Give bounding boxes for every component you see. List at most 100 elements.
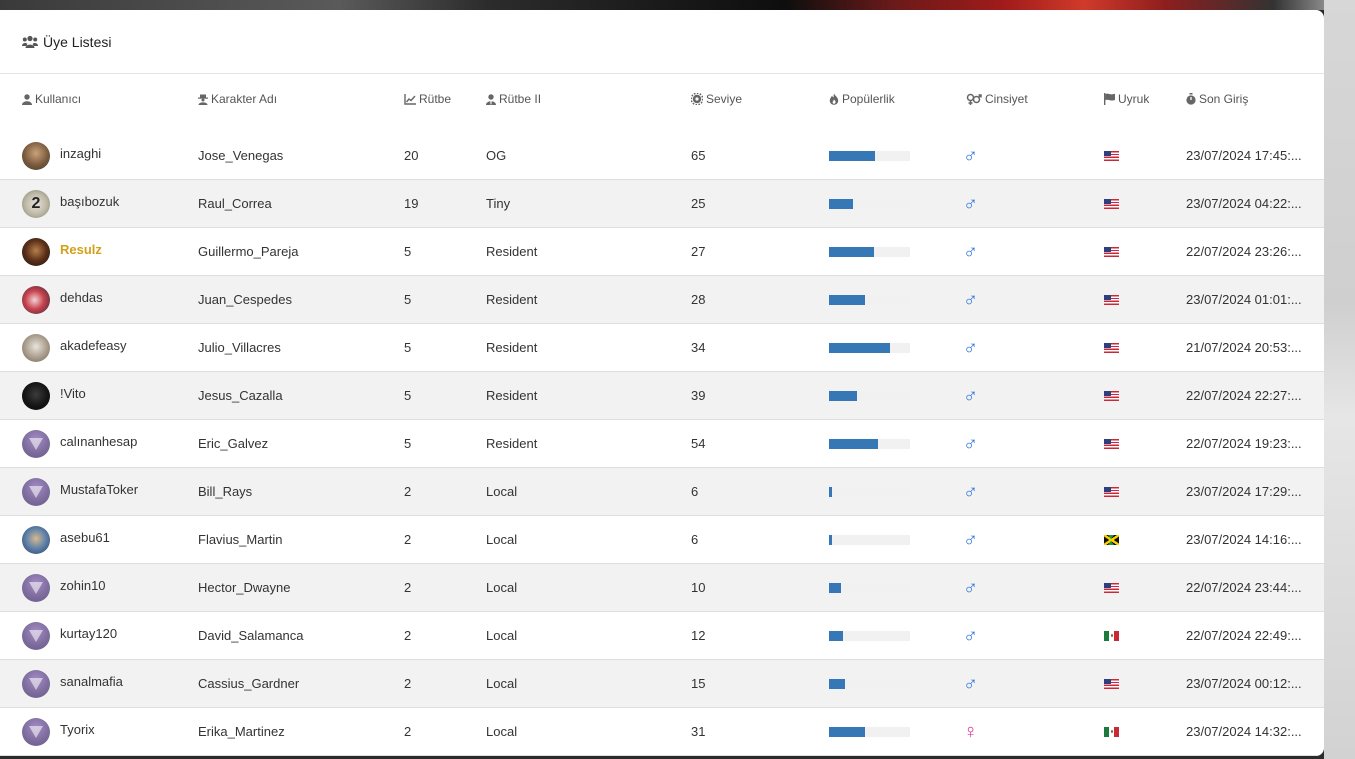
nationality-cell [1104, 180, 1119, 227]
popularity-bar [829, 534, 910, 545]
user-cell: MustafaToker [22, 468, 138, 515]
avatar[interactable] [22, 237, 50, 266]
last-login-value: 22/07/2024 22:49:... [1186, 628, 1302, 643]
table-row[interactable]: akadefeasy Julio_Villacres 5 Resident 34 ♂ 21/… [0, 324, 1324, 372]
level-value: 15 [691, 676, 706, 691]
table-row[interactable]: inzaghi Jose_Venegas 20 OG 65 ♂ 23/07/2024 17:… [0, 132, 1324, 180]
popularity-cell [829, 516, 910, 563]
avatar[interactable] [22, 717, 50, 746]
rank2-value: Local [486, 580, 518, 595]
table-row[interactable]: calınanhesap Eric_Galvez 5 Resident 54 ♂ 22/07… [0, 420, 1324, 468]
table-row[interactable]: Tyorix Erika_Martinez 2 Local 31 ♀ 23/07/2024 … [0, 708, 1324, 756]
username-link[interactable]: MustafaToker [60, 482, 138, 497]
username-link[interactable]: sanalmafia [60, 674, 123, 689]
popularity-bar-fill [829, 534, 832, 545]
table-row[interactable]: dehdas Juan_Cespedes 5 Resident 28 ♂ 23/07/202… [0, 276, 1324, 324]
rank2-value: Local [486, 628, 518, 643]
character-name: Hector_Dwayne [198, 580, 291, 595]
last-login-value: 22/07/2024 23:44:... [1186, 580, 1302, 595]
avatar[interactable] [22, 573, 50, 602]
avatar[interactable] [22, 525, 50, 554]
username-link[interactable]: calınanhesap [60, 434, 137, 449]
mexico-flag-icon [1104, 630, 1119, 641]
column-header-rank2[interactable]: Rütbe II [486, 92, 541, 106]
avatar[interactable] [22, 669, 50, 698]
popularity-bar [829, 150, 910, 161]
avatar[interactable] [22, 621, 50, 650]
us-flag-icon [1104, 294, 1119, 305]
username-link[interactable]: inzaghi [60, 146, 101, 161]
username-link[interactable]: Resulz [60, 242, 102, 257]
table-row[interactable]: !Vito Jesus_Cazalla 5 Resident 39 ♂ 22/07/2024… [0, 372, 1324, 420]
table-row[interactable]: 2 başıbozuk Raul_Correa 19 Tiny 25 ♂ 23/07/2024… [0, 180, 1324, 228]
table-row[interactable]: kurtay120 David_Salamanca 2 Local 12 ♂ 22/07/2… [0, 612, 1324, 660]
popularity-bar-fill [829, 726, 865, 737]
stopwatch-icon [1186, 93, 1196, 105]
table-row[interactable]: asebu61 Flavius_Martin 2 Local 6 ♂ 23/07/2024 … [0, 516, 1324, 564]
level-value: 6 [691, 532, 699, 547]
popularity-cell [829, 468, 910, 515]
nationality-cell [1104, 516, 1119, 563]
character-name: Juan_Cespedes [198, 292, 292, 307]
rank-value: 2 [404, 484, 412, 499]
table-row[interactable]: Resulz Guillermo_Pareja 5 Resident 27 ♂ 22/07/… [0, 228, 1324, 276]
table-row[interactable]: MustafaToker Bill_Rays 2 Local 6 ♂ 23/07/2024 … [0, 468, 1324, 516]
table-header: Kullanıcı Karakter Adı Rütbe Rütbe II Se… [0, 92, 1324, 114]
column-header-gender[interactable]: Cinsiyet [966, 92, 1028, 106]
character-name: Eric_Galvez [198, 436, 269, 451]
column-header-level[interactable]: Seviye [691, 92, 742, 106]
background-strip-right [1324, 0, 1355, 759]
rank-value: 5 [404, 244, 412, 259]
rank2-value: Local [486, 676, 518, 691]
rank-value: 5 [404, 340, 412, 355]
popularity-bar-fill [829, 198, 853, 209]
level-value: 6 [691, 484, 699, 499]
username-link[interactable]: akadefeasy [60, 338, 127, 353]
username-link[interactable]: asebu61 [60, 530, 110, 545]
us-flag-icon [1104, 438, 1119, 449]
user-cell: inzaghi [22, 132, 101, 179]
male-icon: ♂ [963, 384, 978, 407]
username-link[interactable]: Tyorix [60, 722, 95, 737]
column-header-user[interactable]: Kullanıcı [22, 92, 81, 106]
column-header-character[interactable]: Karakter Adı [198, 92, 277, 106]
column-header-nationality[interactable]: Uyruk [1104, 92, 1149, 106]
username-link[interactable]: !Vito [60, 386, 86, 401]
column-header-rank[interactable]: Rütbe [404, 92, 451, 106]
column-header-last-login[interactable]: Son Giriş [1186, 92, 1248, 106]
table-row[interactable]: sanalmafia Cassius_Gardner 2 Local 15 ♂ 23/07/… [0, 660, 1324, 708]
avatar[interactable] [22, 333, 50, 362]
male-icon: ♂ [963, 240, 978, 263]
username-link[interactable]: zohin10 [60, 578, 106, 593]
gender-cell: ♂ [963, 420, 978, 467]
username-link[interactable]: başıbozuk [60, 194, 119, 209]
popularity-bar [829, 486, 910, 497]
popularity-bar [829, 342, 910, 353]
avatar[interactable]: 2 [22, 189, 50, 218]
avatar[interactable] [22, 429, 50, 458]
gender-icon [966, 93, 982, 105]
rank-value: 5 [404, 436, 412, 451]
avatar[interactable] [22, 285, 50, 314]
flag-canton [1104, 150, 1111, 156]
username-link[interactable]: dehdas [60, 290, 103, 305]
male-icon: ♂ [963, 336, 978, 359]
column-header-popularity[interactable]: Popülerlik [829, 92, 895, 106]
character-name: Flavius_Martin [198, 532, 283, 547]
avatar[interactable] [22, 477, 50, 506]
popularity-bar [829, 678, 910, 689]
popularity-bar-fill [829, 678, 845, 689]
last-login-value: 21/07/2024 20:53:... [1186, 340, 1302, 355]
gender-cell: ♀ [963, 708, 978, 755]
nationality-cell [1104, 564, 1119, 611]
table-row[interactable]: zohin10 Hector_Dwayne 2 Local 10 ♂ 22/07/2024 … [0, 564, 1324, 612]
nationality-cell [1104, 468, 1119, 515]
chart-line-icon [404, 93, 416, 105]
avatar[interactable] [22, 381, 50, 410]
popularity-bar [829, 246, 910, 257]
avatar[interactable] [22, 141, 50, 170]
popularity-cell [829, 660, 910, 707]
level-value: 34 [691, 340, 706, 355]
username-link[interactable]: kurtay120 [60, 626, 117, 641]
nationality-cell [1104, 420, 1119, 467]
